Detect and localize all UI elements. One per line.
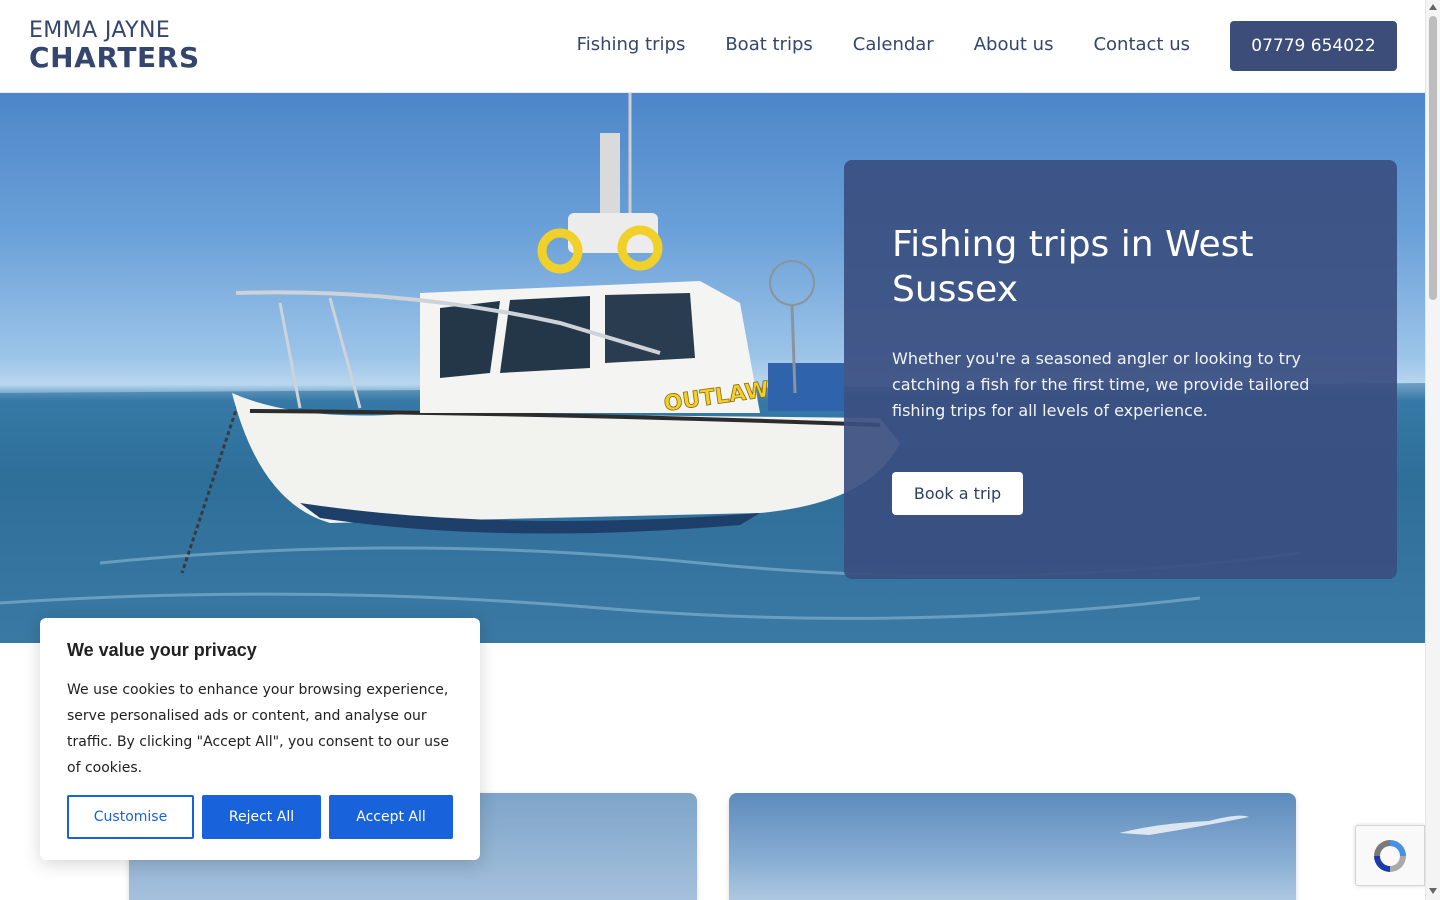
hero-title: Fishing trips in West Sussex (892, 224, 1254, 310)
cloud-image (1119, 815, 1249, 835)
hero-section: OUTLAW Fishing trips in West Sussex Whet… (0, 93, 1425, 643)
cookie-text: We use cookies to enhance your browsing … (67, 682, 449, 776)
cookie-title: We value your privacy (67, 640, 257, 660)
hero-card: Fishing trips in West Sussex Whether you… (844, 160, 1397, 579)
cookie-reject-button[interactable]: Reject All (202, 795, 321, 839)
nav-contact-us[interactable]: Contact us (1093, 34, 1190, 55)
cookie-buttons: Customise Reject All Accept All (67, 795, 453, 839)
logo-line-1: EMMA JAYNE (29, 18, 171, 43)
hero-text: Whether you're a seasoned angler or look… (892, 349, 1310, 420)
cookie-customise-button[interactable]: Customise (67, 795, 194, 839)
nav-about-us[interactable]: About us (974, 34, 1054, 55)
cookie-accept-button[interactable]: Accept All (329, 795, 453, 839)
nav-fishing-trips[interactable]: Fishing trips (577, 34, 686, 55)
nav-boat-trips[interactable]: Boat trips (725, 34, 812, 55)
site-header: EMMA JAYNE CHARTERS Fishing trips Boat t… (0, 0, 1425, 93)
cookie-banner: We value your privacy We use cookies to … (40, 618, 480, 860)
scroll-thumb[interactable] (1429, 16, 1437, 300)
scroll-up-icon[interactable] (1429, 4, 1437, 10)
page-scrollbar[interactable] (1425, 0, 1440, 900)
book-trip-button[interactable]: Book a trip (892, 472, 1023, 515)
recaptcha-badge[interactable] (1355, 825, 1425, 886)
recaptcha-icon (1374, 839, 1406, 872)
site-logo[interactable]: EMMA JAYNE CHARTERS (29, 20, 200, 72)
nav-calendar[interactable]: Calendar (853, 34, 934, 55)
logo-line-2: CHARTERS (29, 41, 200, 74)
main-nav: Fishing trips Boat trips Calendar About … (577, 34, 1190, 55)
phone-button[interactable]: 07779 654022 (1230, 21, 1397, 71)
scroll-down-icon[interactable] (1429, 888, 1437, 894)
trip-card-image-2[interactable] (729, 793, 1296, 900)
